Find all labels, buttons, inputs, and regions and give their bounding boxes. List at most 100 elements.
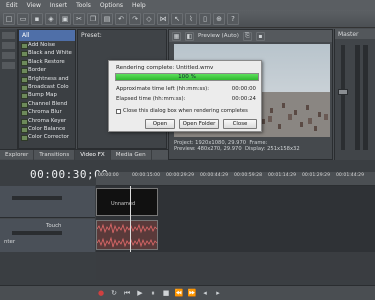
properties-icon[interactable]: ◈ bbox=[45, 12, 57, 25]
fx-item[interactable]: Channel Blend bbox=[19, 100, 75, 109]
split-screen-icon[interactable]: ◧ bbox=[185, 31, 194, 41]
ruler-mark: 00:01:44:29 bbox=[336, 173, 365, 178]
playhead-cursor[interactable] bbox=[130, 186, 131, 252]
open-icon[interactable]: ▭ bbox=[17, 12, 29, 25]
open-button[interactable]: Open bbox=[145, 119, 175, 129]
stop-icon[interactable]: ■ bbox=[161, 288, 171, 298]
close-when-complete-checkbox[interactable]: Close this dialog box when rendering com… bbox=[116, 108, 248, 114]
automation-mode[interactable]: Touch bbox=[46, 223, 61, 229]
prev-frame-icon[interactable]: ◂ bbox=[200, 288, 210, 298]
fx-item[interactable]: Add Noise bbox=[19, 41, 75, 50]
master-fader-handle[interactable] bbox=[338, 89, 348, 95]
vu-meter-right bbox=[363, 45, 368, 150]
tab-transitions[interactable]: Transitions bbox=[34, 149, 76, 160]
preview-settings-icon[interactable]: ▦ bbox=[172, 31, 181, 41]
fx-item[interactable]: Black and White bbox=[19, 49, 75, 58]
track-headers: nter Touch bbox=[0, 186, 95, 252]
preview-value: 480x270, 29.970 bbox=[197, 146, 242, 152]
zoom-tool-icon[interactable]: ⊕ bbox=[213, 12, 225, 25]
fx-item[interactable]: Chroma Blur bbox=[19, 108, 75, 117]
open-folder-button[interactable]: Open Folder bbox=[179, 119, 219, 129]
tree-node[interactable] bbox=[2, 52, 15, 59]
elapsed-time-value: 00:00:24 bbox=[231, 96, 256, 102]
ruler-mark: 00:00:44:29 bbox=[200, 173, 229, 178]
menu-help[interactable]: Help bbox=[132, 2, 146, 9]
help-icon[interactable]: ? bbox=[227, 12, 239, 25]
elapsed-time-label: Elapsed time (hh:mm:ss): bbox=[116, 96, 186, 102]
normal-edit-tool-icon[interactable]: ↖ bbox=[171, 12, 183, 25]
tree-node[interactable] bbox=[2, 62, 15, 69]
new-icon[interactable]: □ bbox=[3, 12, 15, 25]
fx-item[interactable]: Black Restore bbox=[19, 58, 75, 67]
ruler-mark: 00:01:29:29 bbox=[302, 173, 331, 178]
audio-clip[interactable] bbox=[96, 220, 158, 250]
empty-track-area bbox=[96, 252, 375, 280]
fx-item[interactable]: Brightness and bbox=[19, 75, 75, 83]
tree-node[interactable] bbox=[2, 32, 15, 39]
video-level-slider[interactable] bbox=[12, 196, 62, 200]
video-track-header[interactable] bbox=[0, 186, 95, 218]
fx-item[interactable]: Broadcast Colo bbox=[19, 83, 75, 92]
fx-item[interactable]: Color Balance bbox=[19, 125, 75, 134]
display-value: 251x158x32 bbox=[267, 146, 300, 152]
master-header: Master bbox=[335, 29, 375, 39]
loop-icon[interactable]: ↻ bbox=[109, 288, 119, 298]
render-complete-dialog: Rendering complete: Untitled.wmv 100 % A… bbox=[108, 60, 262, 132]
fx-list-header[interactable]: All bbox=[19, 30, 75, 41]
main-toolbar: □ ▭ ▪ ◈ ▣ ✂ ❐ ▤ ↶ ↷ ◇ ⋈ ↖ ⌇ ▯ ⊕ ? bbox=[0, 10, 375, 28]
preset-header: Preset: bbox=[81, 32, 102, 39]
auto-crossfade-icon[interactable]: ⋈ bbox=[157, 12, 169, 25]
fx-item[interactable]: Color Corrector bbox=[19, 133, 75, 142]
go-to-end-icon[interactable]: ⏩ bbox=[187, 288, 197, 298]
redo-icon[interactable]: ↷ bbox=[129, 12, 141, 25]
go-to-start-icon[interactable]: ⏪ bbox=[174, 288, 184, 298]
play-icon[interactable]: ▶ bbox=[135, 288, 145, 298]
save-snapshot-icon[interactable]: ▪ bbox=[255, 31, 265, 41]
pause-icon[interactable]: ⏸ bbox=[148, 288, 158, 298]
paste-icon[interactable]: ▤ bbox=[101, 12, 113, 25]
selection-tool-icon[interactable]: ▯ bbox=[199, 12, 211, 25]
menu-edit[interactable]: Edit bbox=[6, 2, 18, 9]
close-button[interactable]: Close bbox=[223, 119, 257, 129]
copy-snapshot-icon[interactable]: ⎘ bbox=[242, 31, 252, 41]
timeline-ruler[interactable]: 00:00:00 00:00:15:00 00:00:29:29 00:00:4… bbox=[96, 172, 375, 186]
tree-node[interactable] bbox=[2, 42, 15, 49]
menu-tools[interactable]: Tools bbox=[76, 2, 91, 9]
audio-track-header[interactable]: nter Touch bbox=[0, 219, 95, 252]
render-icon[interactable]: ▣ bbox=[59, 12, 71, 25]
undo-icon[interactable]: ↶ bbox=[115, 12, 127, 25]
approx-time-row: Approximate time left (hh:mm:ss): 00:00:… bbox=[116, 86, 258, 92]
checkbox-label: Close this dialog box when rendering com… bbox=[123, 108, 248, 114]
menu-insert[interactable]: Insert bbox=[50, 2, 67, 9]
play-from-start-icon[interactable]: ⏮ bbox=[122, 288, 132, 298]
volume-slider[interactable] bbox=[12, 231, 62, 235]
fx-item[interactable]: Border bbox=[19, 66, 75, 75]
menu-view[interactable]: View bbox=[27, 2, 41, 9]
fx-item[interactable]: Bump Map bbox=[19, 91, 75, 100]
dialog-title: Rendering complete: Untitled.wmv bbox=[116, 65, 214, 71]
tab-explorer[interactable]: Explorer bbox=[0, 149, 35, 160]
approx-time-label: Approximate time left (hh:mm:ss): bbox=[116, 86, 210, 92]
track-lanes: Unnamed bbox=[96, 186, 375, 252]
master-fader-track bbox=[341, 45, 345, 150]
fx-item[interactable]: Chroma Keyer bbox=[19, 117, 75, 125]
window-docking-tabs: Explorer Transitions Video FX Media Gen bbox=[0, 149, 168, 160]
display-label: Display: bbox=[244, 146, 266, 152]
video-fx-list: All Add Noise Black and White Black Rest… bbox=[18, 29, 76, 149]
track-label: nter bbox=[4, 239, 16, 245]
checkbox-box[interactable] bbox=[116, 108, 121, 114]
save-icon[interactable]: ▪ bbox=[31, 12, 43, 25]
tab-media-generators[interactable]: Media Gen bbox=[111, 149, 152, 160]
cut-icon[interactable]: ✂ bbox=[73, 12, 85, 25]
tab-video-fx[interactable]: Video FX bbox=[75, 149, 111, 160]
ruler-mark: 00:01:14:29 bbox=[268, 173, 297, 178]
preview-quality-dropdown[interactable]: Preview (Auto) bbox=[198, 33, 239, 39]
ruler-mark: 00:00:29:29 bbox=[166, 173, 195, 178]
video-clip[interactable]: Unnamed bbox=[96, 188, 158, 216]
next-frame-icon[interactable]: ▸ bbox=[213, 288, 223, 298]
menu-options[interactable]: Options bbox=[100, 2, 123, 9]
record-icon[interactable]: ● bbox=[96, 288, 106, 298]
snap-icon[interactable]: ◇ bbox=[143, 12, 155, 25]
envelope-tool-icon[interactable]: ⌇ bbox=[185, 12, 197, 25]
copy-icon[interactable]: ❐ bbox=[87, 12, 99, 25]
